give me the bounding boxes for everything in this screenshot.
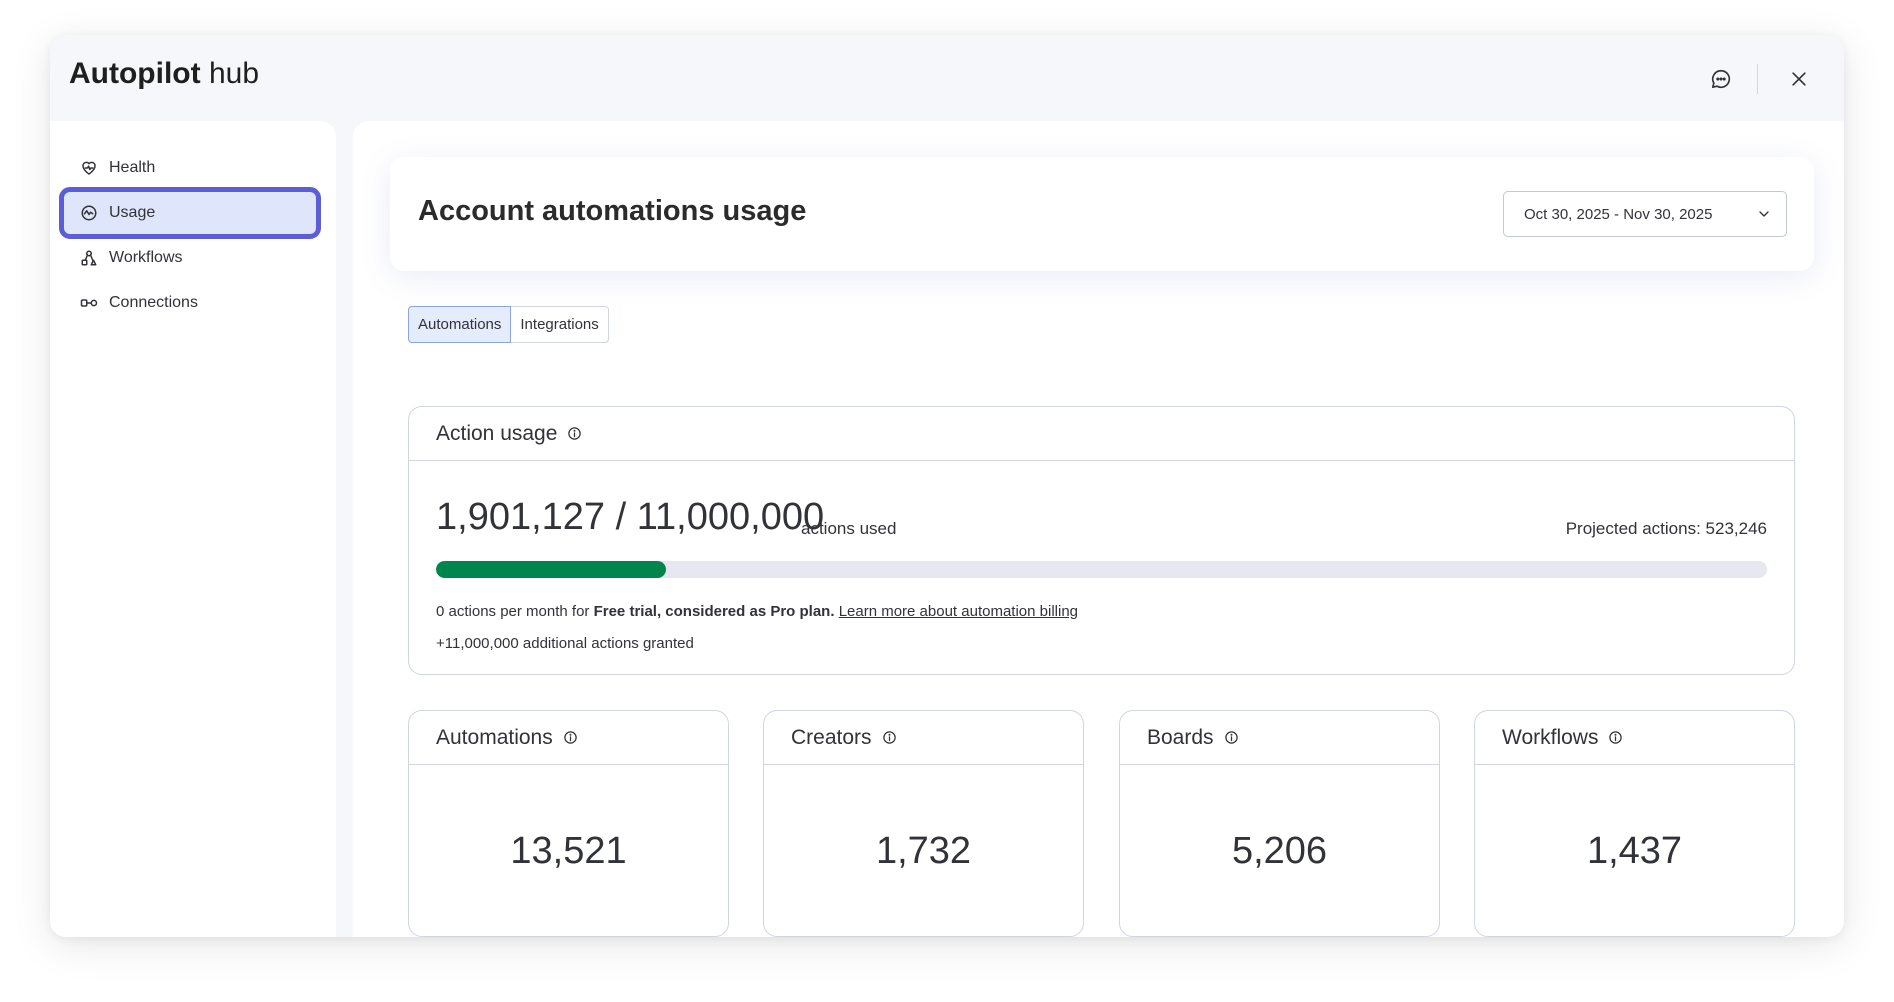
stat-card-header: Creators xyxy=(764,711,1083,765)
actions-used-label: actions used xyxy=(801,519,897,538)
page-title: Account automations usage xyxy=(418,195,807,227)
sidebar-item-usage[interactable]: Usage xyxy=(59,187,321,239)
date-range-value: Oct 30, 2025 - Nov 30, 2025 xyxy=(1524,205,1713,223)
stat-card-creators: Creators 1,732 xyxy=(763,710,1084,937)
action-usage-card: Action usage 1,901,127 / 11,000,000 acti… xyxy=(408,406,1795,675)
feedback-button[interactable] xyxy=(1701,59,1741,99)
billing-info: 0 actions per month for Free trial, cons… xyxy=(436,603,1078,620)
stat-card-boards: Boards 5,206 xyxy=(1119,710,1440,937)
workflow-icon xyxy=(79,248,99,268)
stat-card-header: Workflows xyxy=(1475,711,1794,765)
info-icon[interactable] xyxy=(1608,730,1623,745)
stat-title: Creators xyxy=(791,725,872,749)
chat-feedback-icon xyxy=(1711,69,1731,89)
link-icon xyxy=(79,293,99,313)
sidebar-item-label: Health xyxy=(109,159,156,176)
sidebar-item-label: Usage xyxy=(109,204,156,221)
usage-progress-fill xyxy=(436,561,666,578)
billing-prefix: 0 actions per month for xyxy=(436,603,594,620)
billing-plan: Free trial, considered as Pro plan. xyxy=(593,603,835,620)
info-icon[interactable] xyxy=(1224,730,1239,745)
stat-title: Workflows xyxy=(1502,725,1599,749)
tab-automations[interactable]: Automations xyxy=(408,306,512,343)
stat-value: 13,521 xyxy=(510,830,627,872)
sidebar-item-connections[interactable]: Connections xyxy=(62,280,318,326)
stat-card-header: Boards xyxy=(1120,711,1439,765)
sidebar-item-label: Connections xyxy=(109,294,198,311)
stat-card-header: Automations xyxy=(409,711,728,765)
usage-header-card: Account automations usage Oct 30, 2025 -… xyxy=(390,157,1814,271)
chevron-down-icon xyxy=(1759,211,1769,217)
stat-title: Boards xyxy=(1147,725,1214,749)
sidebar-item-label: Workflows xyxy=(109,249,183,266)
billing-learn-more-link[interactable]: Learn more about automation billing xyxy=(839,603,1078,620)
close-icon xyxy=(1792,72,1806,86)
window-header: Autopilot hub xyxy=(50,35,1844,121)
usage-tabs: Automations Integrations xyxy=(408,306,609,343)
autopilot-hub-window: Autopilot hub Health Usage Workflows Con… xyxy=(50,35,1844,937)
main-panel: Account automations usage Oct 30, 2025 -… xyxy=(353,121,1844,937)
info-icon[interactable] xyxy=(882,730,897,745)
window-title-rest: hub xyxy=(208,57,260,90)
sidebar: Health Usage Workflows Connections xyxy=(50,121,336,937)
window-title-bold: Autopilot xyxy=(69,57,201,90)
actions-used-count: 1,901,127 / 11,000,000 xyxy=(436,496,825,538)
info-icon[interactable] xyxy=(563,730,578,745)
sidebar-item-health[interactable]: Health xyxy=(62,145,318,191)
close-button[interactable] xyxy=(1779,59,1819,99)
sidebar-item-workflows[interactable]: Workflows xyxy=(62,235,318,281)
granted-actions: +11,000,000 additional actions granted xyxy=(436,635,694,652)
stat-value: 1,732 xyxy=(875,830,972,872)
action-usage-header: Action usage xyxy=(409,407,1794,461)
action-usage-title: Action usage xyxy=(436,421,558,445)
header-divider xyxy=(1757,64,1758,94)
gauge-icon xyxy=(79,203,99,223)
stat-card-automations: Automations 13,521 xyxy=(408,710,729,937)
window-title: Autopilot hub xyxy=(69,57,259,91)
info-icon[interactable] xyxy=(567,426,582,441)
heart-pulse-icon xyxy=(79,158,99,178)
tab-integrations[interactable]: Integrations xyxy=(511,306,609,343)
stat-card-workflows: Workflows 1,437 xyxy=(1474,710,1795,937)
usage-progress-bar xyxy=(436,561,1767,578)
stat-value: 5,206 xyxy=(1231,830,1328,872)
stat-value: 1,437 xyxy=(1586,830,1683,872)
projected-actions: Projected actions: 523,246 xyxy=(1565,519,1767,538)
date-range-dropdown[interactable]: Oct 30, 2025 - Nov 30, 2025 xyxy=(1503,191,1787,237)
stat-title: Automations xyxy=(436,725,553,749)
